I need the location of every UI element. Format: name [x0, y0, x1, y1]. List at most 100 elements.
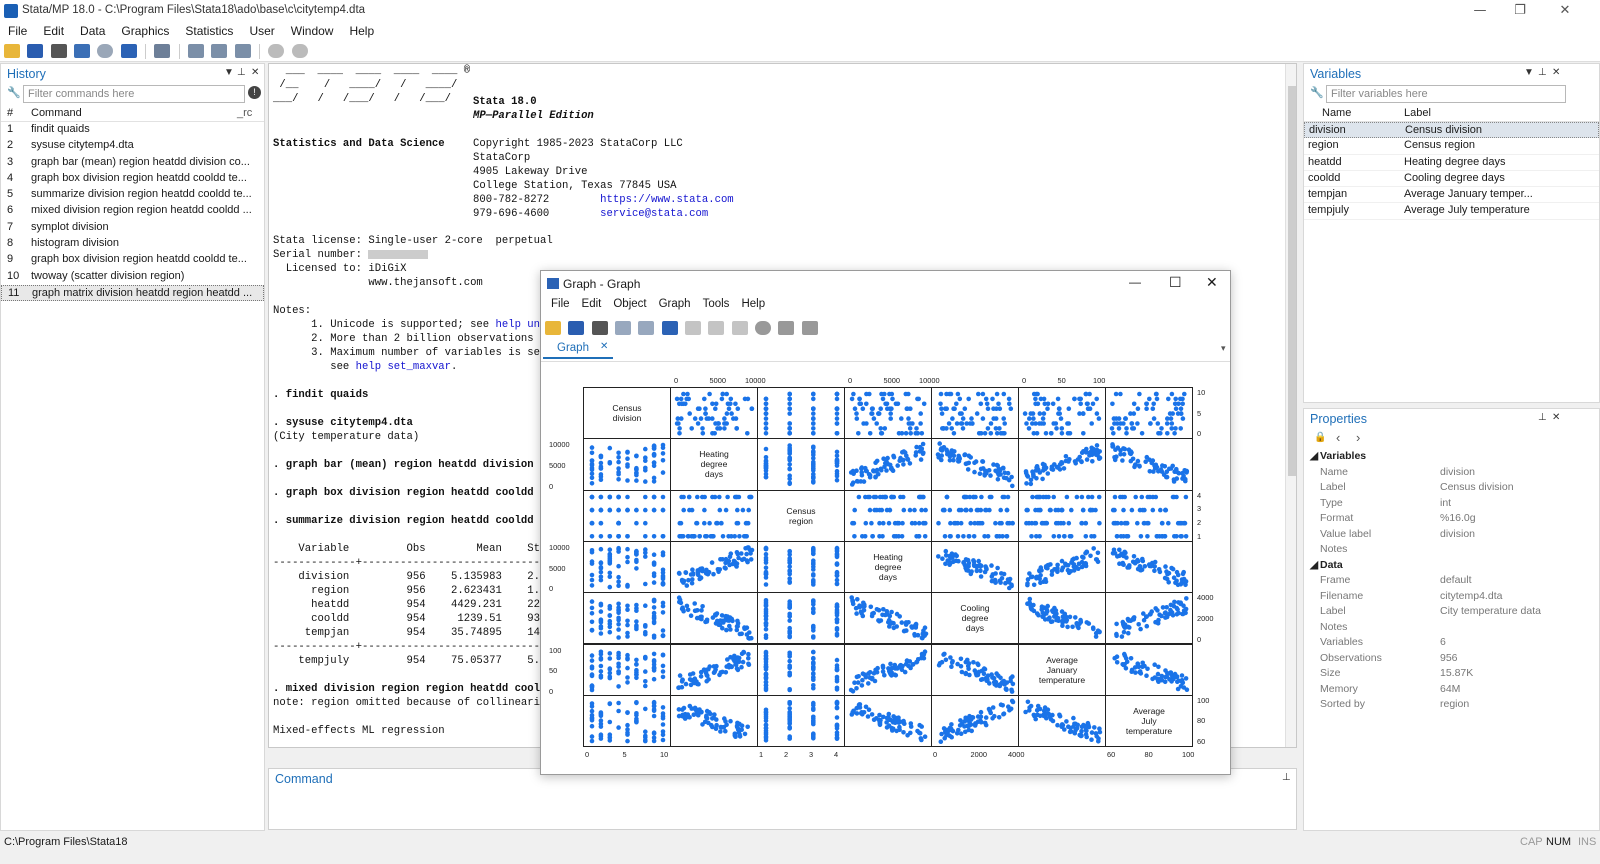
open-icon[interactable] — [4, 44, 20, 58]
close-button[interactable]: ✕ — [1545, 2, 1585, 20]
undo-icon[interactable] — [708, 321, 725, 335]
properties-section-data[interactable]: ◢ Data — [1304, 558, 1599, 574]
graph-close-button[interactable]: ✕ — [1206, 274, 1218, 291]
property-row[interactable]: Label Census division — [1304, 480, 1599, 496]
redo-icon[interactable] — [731, 321, 748, 335]
help-set-maxvar-link[interactable]: help set_maxvar — [356, 361, 451, 373]
wrench-icon[interactable]: 🔧 — [7, 86, 21, 99]
next-arrow-icon[interactable]: › — [1356, 430, 1360, 445]
pin-icon[interactable]: ⊥ — [1538, 67, 1547, 78]
close-panel-icon[interactable]: ✕ — [1552, 412, 1560, 423]
rename-icon[interactable] — [638, 321, 655, 335]
graph-minimize-button[interactable]: — — [1129, 275, 1141, 289]
menu-statistics[interactable]: Statistics — [177, 22, 241, 41]
variables-filter-input[interactable]: Filter variables here — [1326, 85, 1566, 103]
graph-tab[interactable]: Graph ✕ — [543, 339, 613, 359]
record-icon[interactable] — [755, 321, 772, 335]
property-row[interactable]: Type int — [1304, 496, 1599, 512]
lock-icon[interactable]: 🔒 — [1314, 432, 1326, 443]
pin-icon[interactable]: ⊥ — [1538, 412, 1547, 423]
data-editor-icon[interactable] — [188, 44, 205, 58]
property-row[interactable]: Name division — [1304, 465, 1599, 481]
menu-file[interactable]: File — [0, 22, 35, 41]
more-icon[interactable] — [268, 44, 285, 58]
history-item[interactable]: 2 sysuse citytemp4.dta — [1, 138, 264, 154]
property-row[interactable]: Sorted by region — [1304, 697, 1599, 713]
save-icon[interactable] — [568, 321, 585, 335]
variable-row[interactable]: tempjan Average January temper... — [1304, 187, 1599, 204]
menu-data[interactable]: Data — [72, 22, 113, 41]
property-row[interactable]: Format %16.0g — [1304, 511, 1599, 527]
property-row[interactable]: Value label division — [1304, 527, 1599, 543]
graph-menu-tools[interactable]: Tools — [697, 298, 736, 310]
menu-edit[interactable]: Edit — [35, 22, 72, 41]
results-scrollbar[interactable] — [1285, 64, 1296, 747]
variable-row[interactable]: heatdd Heating degree days — [1304, 155, 1599, 171]
variable-row[interactable]: region Census region — [1304, 138, 1599, 155]
close-panel-icon[interactable]: ✕ — [251, 67, 259, 78]
property-row[interactable]: Notes — [1304, 542, 1599, 558]
save-icon[interactable] — [27, 44, 44, 58]
menu-window[interactable]: Window — [283, 22, 342, 41]
tab-dropdown-icon[interactable]: ▾ — [1221, 343, 1226, 354]
property-row[interactable]: Observations 956 — [1304, 651, 1599, 667]
log-icon[interactable] — [74, 44, 91, 58]
history-col-rc[interactable]: _rc — [237, 107, 252, 119]
variable-row[interactable]: division Census division — [1304, 122, 1599, 139]
property-row[interactable]: Label City temperature data — [1304, 604, 1599, 620]
property-row[interactable]: Frame default — [1304, 573, 1599, 589]
graph-menu-file[interactable]: File — [545, 298, 576, 310]
info-icon[interactable]: ! — [248, 86, 261, 99]
prev-arrow-icon[interactable]: ‹ — [1336, 430, 1340, 445]
history-item[interactable]: 9 graph box division region heatdd cooldd… — [1, 252, 264, 268]
wrench-icon[interactable]: 🔧 — [1310, 86, 1324, 99]
history-col-command[interactable]: Command — [31, 107, 82, 119]
graph-editor-icon[interactable] — [661, 321, 678, 335]
variables-manager-icon[interactable] — [234, 44, 251, 58]
property-row[interactable]: Filename citytemp4.dta — [1304, 589, 1599, 605]
minimize-button[interactable]: — — [1460, 2, 1500, 20]
pause-icon[interactable] — [778, 321, 795, 335]
maximize-button[interactable]: ❐ — [1500, 2, 1540, 20]
pin-icon[interactable]: ⊥ — [237, 67, 246, 78]
history-col-num[interactable]: # — [7, 107, 13, 119]
print-icon[interactable] — [50, 44, 67, 58]
email-link[interactable]: service@stata.com — [600, 208, 708, 220]
graph-menu-graph[interactable]: Graph — [653, 298, 697, 310]
history-filter-input[interactable]: Filter commands here — [23, 85, 245, 103]
copy-icon[interactable] — [615, 321, 632, 335]
open-icon[interactable] — [545, 321, 561, 335]
graph-menu-help[interactable]: Help — [735, 298, 771, 310]
do-file-editor-icon[interactable] — [154, 44, 171, 58]
graph-menu-object[interactable]: Object — [607, 298, 652, 310]
property-row[interactable]: Variables 6 — [1304, 635, 1599, 651]
history-item[interactable]: 4 graph box division region heatdd cooldd… — [1, 171, 264, 187]
property-row[interactable]: Size 15.87K — [1304, 666, 1599, 682]
print-icon[interactable] — [591, 321, 608, 335]
menu-user[interactable]: User — [241, 22, 282, 41]
website-link[interactable]: https://www.stata.com — [600, 194, 734, 206]
graph-maximize-button[interactable]: ☐ — [1169, 274, 1182, 291]
play-icon[interactable] — [801, 321, 818, 335]
property-row[interactable]: Notes — [1304, 620, 1599, 636]
history-item[interactable]: 6 mixed division region region heatdd coo… — [1, 203, 264, 219]
properties-section-variables[interactable]: ◢ Variables — [1304, 449, 1599, 465]
graph-icon[interactable] — [120, 44, 137, 58]
command-input[interactable] — [269, 789, 1296, 829]
command-panel[interactable]: Command ⊥ — [268, 768, 1297, 830]
variable-row[interactable]: cooldd Cooling degree days — [1304, 171, 1599, 188]
tab-close-icon[interactable]: ✕ — [600, 341, 608, 352]
variables-col-label[interactable]: Label — [1404, 107, 1431, 119]
history-item[interactable]: 10 twoway (scatter division region) — [1, 269, 264, 285]
history-item[interactable]: 11 graph matrix division heatdd region he… — [1, 284, 264, 302]
pin-icon[interactable]: ⊥ — [1282, 772, 1291, 783]
close-panel-icon[interactable]: ✕ — [1552, 67, 1560, 78]
data-browser-icon[interactable] — [211, 44, 228, 58]
results-scroll-thumb[interactable] — [1288, 86, 1296, 476]
history-item[interactable]: 5 summarize division region heatdd cooldd… — [1, 187, 264, 203]
history-item[interactable]: 3 graph bar (mean) region heatdd division… — [1, 155, 264, 171]
filter-icon[interactable]: ▼ — [1524, 67, 1534, 78]
menu-help[interactable]: Help — [341, 22, 382, 41]
graph-menu-edit[interactable]: Edit — [576, 298, 608, 310]
history-item[interactable]: 8 histogram division — [1, 236, 264, 252]
